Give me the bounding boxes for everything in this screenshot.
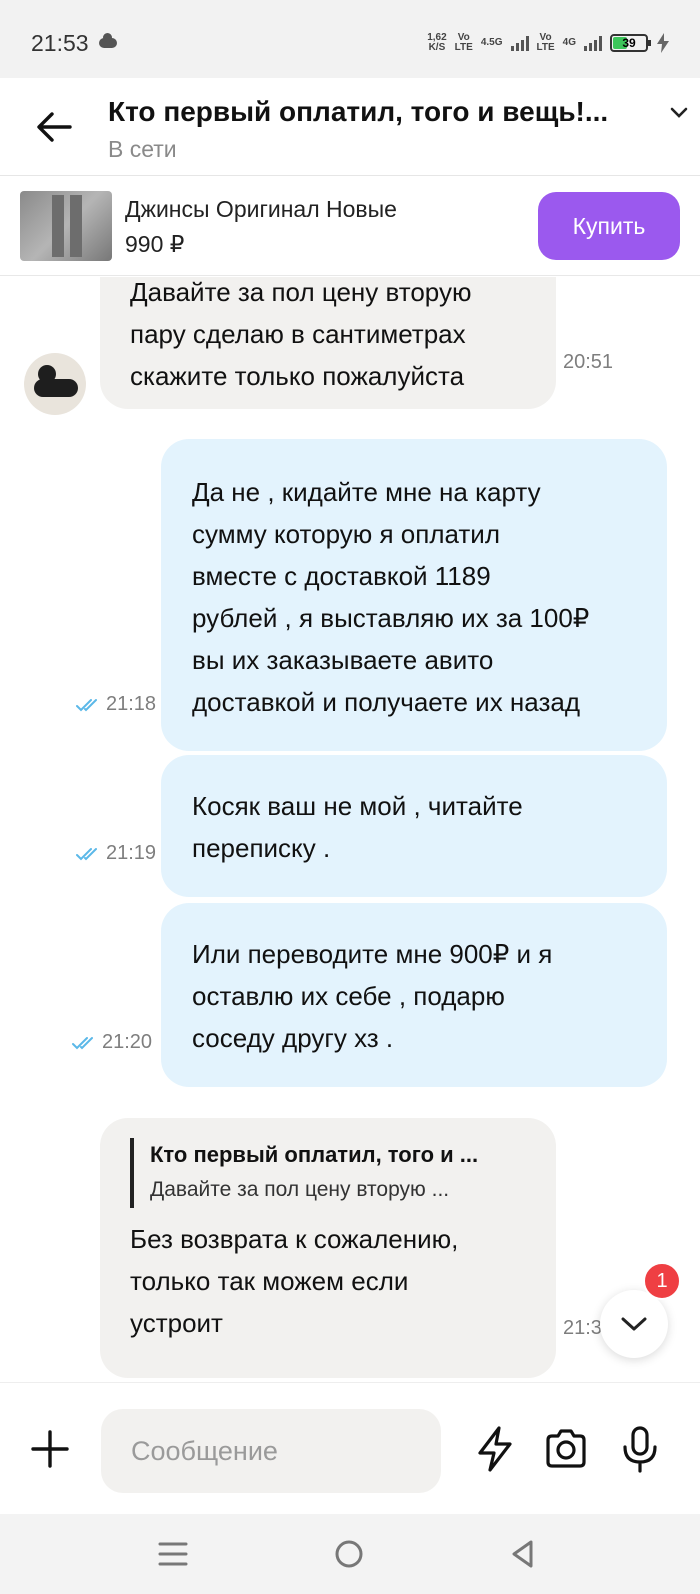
product-price: 990 ₽ — [125, 231, 185, 257]
arrow-left-icon[interactable] — [36, 112, 72, 142]
home-icon[interactable] — [331, 1536, 367, 1572]
chevron-down-icon[interactable] — [670, 106, 688, 120]
sim2-volte: Vo LTE — [537, 33, 555, 53]
cloud-icon — [99, 33, 117, 48]
lightning-icon[interactable] — [473, 1425, 517, 1473]
message-text: Или переводите мне 900₽ и я оставлю их с… — [192, 939, 553, 1053]
sim2-volte-bottom: LTE — [536, 42, 555, 53]
status-indicators: 1,62 K/S Vo LTE 4.5G Vo LTE 4G 39 — [427, 30, 670, 56]
message-time: 21:20 — [72, 1031, 152, 1054]
product-thumbnail[interactable] — [20, 191, 112, 261]
message-time: 21:19 — [76, 842, 156, 865]
incoming-message[interactable]: Кто первый оплатил, того и ... Давайте з… — [100, 1118, 556, 1378]
chevron-down-icon — [621, 1317, 647, 1331]
microphone-icon[interactable] — [618, 1425, 662, 1473]
battery-icon: 39 — [610, 34, 651, 52]
message-list[interactable]: Давайте за пол цену вторую пару сделаю в… — [0, 277, 700, 1382]
quoted-text: Давайте за пол цену вторую ... — [150, 1178, 450, 1201]
buy-button[interactable]: Купить — [538, 192, 680, 260]
net-speed-unit: K/S — [428, 42, 446, 53]
sim2-gen: 4G — [562, 37, 576, 48]
quoted-message[interactable]: Кто первый оплатил, того и ... Давайте з… — [130, 1138, 518, 1208]
message-time-text: 21:20 — [102, 1031, 153, 1053]
chat-title[interactable]: Кто первый оплатил, того и вещь!... — [108, 96, 608, 128]
avatar[interactable] — [24, 353, 86, 415]
status-time: 21:53 — [31, 30, 89, 56]
message-composer — [0, 1382, 700, 1514]
message-time: 21:18 — [76, 693, 156, 716]
online-status: В сети — [108, 136, 177, 162]
message-text: Косяк ваш не мой , читайте переписку . — [192, 791, 523, 863]
chat-header: Кто первый оплатил, того и вещь!... В се… — [0, 78, 700, 176]
outgoing-message[interactable]: Косяк ваш не мой , читайте переписку . — [161, 755, 667, 897]
double-check-icon — [76, 698, 97, 712]
message-time-text: 21:18 — [106, 693, 157, 715]
quoted-title: Кто первый оплатил, того и ... — [150, 1142, 479, 1167]
message-text: Без возврата к сожалению, только так мож… — [130, 1224, 459, 1338]
battery-level: 39 — [622, 36, 636, 50]
product-bar[interactable]: Джинсы Оригинал Новые 990 ₽ Купить — [0, 176, 700, 276]
message-time: 20:51 — [563, 351, 614, 373]
system-nav-bar — [0, 1514, 700, 1594]
product-name: Джинсы Оригинал Новые — [125, 196, 397, 222]
message-time-text: 21:19 — [106, 842, 157, 864]
message-input[interactable] — [101, 1409, 441, 1493]
net-speed: 1,62 K/S — [427, 33, 446, 53]
message-text: Давайте за пол цену вторую пару сделаю в… — [130, 277, 472, 391]
camera-icon[interactable] — [544, 1425, 588, 1473]
scroll-down-button[interactable] — [600, 1290, 668, 1358]
outgoing-message[interactable]: Или переводите мне 900₽ и я оставлю их с… — [161, 903, 667, 1087]
unread-badge: 1 — [643, 1262, 681, 1300]
status-bar: 21:53 1,62 K/S Vo LTE 4.5G Vo LTE 4G 39 — [0, 0, 700, 78]
sim1-gen: 4.5G — [480, 37, 503, 48]
signal-icon — [584, 35, 602, 51]
message-text: Да не , кидайте мне на карту сумму котор… — [192, 477, 590, 717]
sim1-volte-bottom: LTE — [454, 42, 473, 53]
double-check-icon — [72, 1036, 93, 1050]
plus-icon[interactable] — [30, 1429, 70, 1469]
outgoing-message[interactable]: Да не , кидайте мне на карту сумму котор… — [161, 439, 667, 751]
back-icon[interactable] — [505, 1536, 541, 1572]
menu-icon[interactable] — [155, 1536, 191, 1572]
double-check-icon — [76, 847, 97, 861]
charging-icon — [657, 33, 669, 53]
signal-icon — [510, 35, 529, 51]
sim1-volte: Vo LTE — [455, 33, 473, 53]
incoming-message[interactable]: Давайте за пол цену вторую пару сделаю в… — [100, 277, 556, 409]
